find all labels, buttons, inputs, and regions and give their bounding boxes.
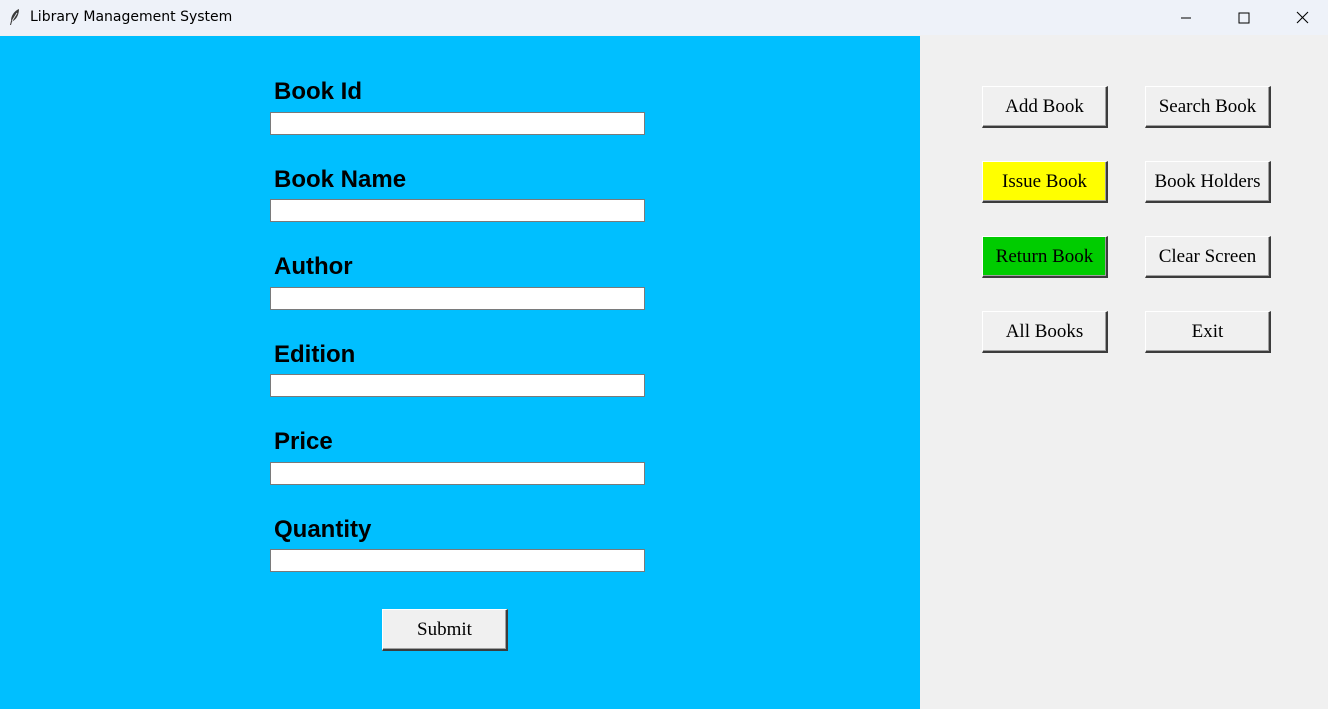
close-icon	[1296, 11, 1308, 24]
exit-button[interactable]: Exit	[1145, 311, 1271, 353]
book-name-input[interactable]	[270, 199, 645, 222]
price-input[interactable]	[270, 462, 645, 485]
book-id-label: Book Id	[274, 78, 362, 105]
maximize-icon	[1238, 12, 1250, 23]
book-name-label: Book Name	[274, 166, 407, 193]
quantity-input[interactable]	[270, 549, 645, 572]
add-book-button[interactable]: Add Book	[982, 86, 1108, 128]
minimize-icon	[1181, 17, 1191, 18]
feather-icon	[10, 9, 19, 25]
all-books-button[interactable]: All Books	[982, 311, 1108, 353]
price-label: Price	[274, 428, 333, 455]
edition-label: Edition	[274, 341, 356, 368]
return-book-button[interactable]: Return Book	[982, 236, 1108, 278]
author-label: Author	[274, 253, 353, 280]
book-holders-button[interactable]: Book Holders	[1145, 161, 1271, 203]
minimize-button[interactable]	[1163, 0, 1209, 35]
issue-book-button[interactable]: Issue Book	[982, 161, 1108, 203]
app-window: Library Management System Book Id Book N…	[0, 0, 1328, 709]
title-bar: Library Management System	[0, 0, 1328, 35]
quantity-label: Quantity	[274, 516, 372, 543]
window-title: Library Management System	[30, 9, 233, 25]
book-id-input[interactable]	[270, 112, 645, 135]
author-input[interactable]	[270, 287, 645, 310]
edition-input[interactable]	[270, 374, 645, 397]
search-book-button[interactable]: Search Book	[1145, 86, 1271, 128]
menu-panel	[920, 36, 1328, 709]
close-button[interactable]	[1279, 0, 1325, 35]
maximize-button[interactable]	[1221, 0, 1267, 35]
clear-screen-button[interactable]: Clear Screen	[1145, 236, 1271, 278]
submit-button[interactable]: Submit	[382, 609, 508, 651]
